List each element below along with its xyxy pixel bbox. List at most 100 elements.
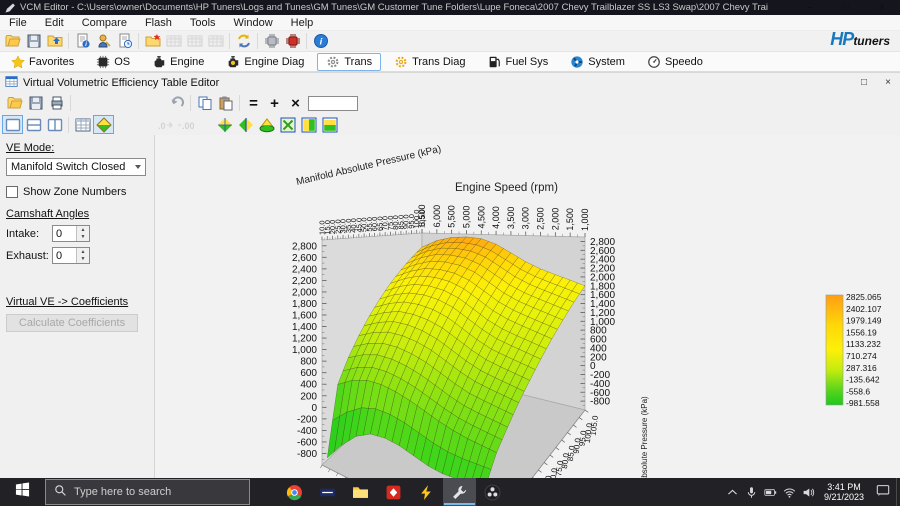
svg-text:i: i bbox=[319, 37, 322, 48]
wifi-button[interactable] bbox=[780, 478, 799, 506]
open-file-button[interactable] bbox=[2, 32, 23, 51]
surface-half-button[interactable] bbox=[235, 115, 256, 134]
svg-text:1556.19: 1556.19 bbox=[846, 327, 877, 337]
paste-multiply-button[interactable]: × bbox=[285, 94, 306, 113]
intake-up-icon[interactable]: ▲ bbox=[77, 226, 89, 234]
print-table-button[interactable] bbox=[46, 94, 67, 113]
surface-grid-toggle-button[interactable] bbox=[277, 115, 298, 134]
ve-mode-dropdown[interactable]: Manifold Switch Closed bbox=[6, 158, 146, 176]
view-3d-surface-button[interactable] bbox=[93, 115, 114, 134]
surface-flatten-button[interactable] bbox=[256, 115, 277, 134]
tab-favorites[interactable]: Favorites bbox=[2, 53, 83, 71]
d3-box-bar-icon bbox=[322, 117, 338, 133]
chip-gray-icon bbox=[264, 33, 280, 49]
menu-item-flash[interactable]: Flash bbox=[136, 17, 181, 29]
paste-button[interactable] bbox=[215, 94, 236, 113]
tab-os[interactable]: OS bbox=[87, 53, 139, 71]
save-table-button[interactable] bbox=[25, 94, 46, 113]
camshaft-angles-label: Camshaft Angles bbox=[6, 208, 148, 220]
wrench-icon bbox=[451, 484, 468, 501]
vehicle-reader-button[interactable] bbox=[93, 32, 114, 51]
vcm-editor-button[interactable] bbox=[443, 478, 476, 506]
menu-item-window[interactable]: Window bbox=[225, 17, 282, 29]
tab-speedo[interactable]: Speedo bbox=[638, 53, 712, 71]
write-vehicle-button[interactable] bbox=[282, 32, 303, 51]
doc-info-icon: i bbox=[75, 33, 91, 49]
view-horizontal-split-button[interactable] bbox=[23, 115, 44, 134]
tab-trans-diag[interactable]: Trans Diag bbox=[385, 53, 474, 71]
close-button[interactable]: × bbox=[876, 75, 900, 91]
paste-equal-button[interactable]: = bbox=[243, 94, 264, 113]
notification-center-button[interactable] bbox=[870, 478, 896, 506]
ve-surface-chart[interactable]: 2,8002,8002,6002,6002,4002,4002,2002,200… bbox=[155, 135, 900, 478]
paste-add-button[interactable]: + bbox=[264, 94, 285, 113]
tab-engine[interactable]: Engine bbox=[143, 53, 213, 71]
obs-button[interactable] bbox=[476, 478, 509, 506]
intake-down-icon[interactable]: ▼ bbox=[77, 234, 89, 242]
battery-button[interactable] bbox=[761, 478, 780, 506]
vcm-scanner-button[interactable] bbox=[377, 478, 410, 506]
menu-item-file[interactable]: File bbox=[0, 17, 36, 29]
svg-text:1,000: 1,000 bbox=[292, 345, 317, 356]
svg-text:-135.642: -135.642 bbox=[846, 375, 880, 385]
menu-item-compare[interactable]: Compare bbox=[73, 17, 136, 29]
open-table-button[interactable] bbox=[4, 94, 25, 113]
volume-button[interactable] bbox=[799, 478, 818, 506]
file-history-button[interactable] bbox=[114, 32, 135, 51]
svg-text:-200: -200 bbox=[297, 414, 317, 425]
exhaust-stepper[interactable]: 0 ▲▼ bbox=[52, 247, 90, 264]
tab-label: Favorites bbox=[29, 56, 74, 68]
speedo-icon bbox=[647, 55, 661, 69]
menu-item-tools[interactable]: Tools bbox=[181, 17, 225, 29]
editor-side-panel: VE Mode: Manifold Switch Closed Show Zon… bbox=[0, 135, 155, 478]
tab-engine-diag[interactable]: Engine Diag bbox=[217, 53, 313, 71]
close-file-button[interactable] bbox=[44, 32, 65, 51]
tab-label: Speedo bbox=[665, 56, 703, 68]
menu-item-help[interactable]: Help bbox=[282, 17, 323, 29]
file-info-button[interactable]: i bbox=[72, 32, 93, 51]
clock[interactable]: 3:41 PM 9/21/2023 bbox=[818, 482, 870, 502]
compare-file-button[interactable] bbox=[142, 32, 163, 51]
view-single-pane-button[interactable] bbox=[2, 115, 23, 134]
svg-text:287.316: 287.316 bbox=[846, 363, 877, 373]
tab-system[interactable]: System bbox=[561, 53, 634, 71]
save-file-button[interactable] bbox=[23, 32, 44, 51]
chrome-button[interactable] bbox=[278, 478, 311, 506]
surface-color-split-button[interactable] bbox=[298, 115, 319, 134]
minimize-button[interactable]: – bbox=[792, 0, 828, 15]
intake-stepper[interactable]: 0 ▲▼ bbox=[52, 225, 90, 242]
menu-item-edit[interactable]: Edit bbox=[36, 17, 73, 29]
tab-fuel-sys[interactable]: Fuel Sys bbox=[478, 53, 557, 71]
surface-rotate-button[interactable] bbox=[214, 115, 235, 134]
exhaust-up-icon[interactable]: ▲ bbox=[77, 248, 89, 256]
exhaust-down-icon[interactable]: ▼ bbox=[77, 256, 89, 264]
undo-button[interactable] bbox=[166, 94, 187, 113]
ve-mode-label: VE Mode: bbox=[6, 142, 148, 154]
paste-value-input[interactable] bbox=[308, 96, 358, 111]
maximize-button[interactable]: □ bbox=[828, 0, 864, 15]
start-button[interactable] bbox=[0, 478, 45, 506]
restore-button[interactable]: □ bbox=[852, 75, 876, 91]
compare-swap-button[interactable] bbox=[233, 32, 254, 51]
tray-expand-button[interactable] bbox=[723, 478, 742, 506]
file-explorer-button[interactable] bbox=[344, 478, 377, 506]
read-vehicle-button[interactable] bbox=[261, 32, 282, 51]
copy-icon bbox=[197, 95, 213, 111]
show-zone-numbers-checkbox[interactable] bbox=[6, 186, 18, 198]
vehicle-information-button[interactable]: i bbox=[310, 32, 331, 51]
view-table-button[interactable] bbox=[72, 115, 93, 134]
decrease-decimals-button: .0 bbox=[154, 115, 175, 134]
microphone-button[interactable] bbox=[742, 478, 761, 506]
close-button[interactable]: × bbox=[864, 0, 900, 15]
view-vertical-split-button[interactable] bbox=[44, 115, 65, 134]
app-blue-button[interactable] bbox=[311, 478, 344, 506]
maximize-icon: □ bbox=[843, 3, 848, 12]
show-desktop-button[interactable] bbox=[896, 478, 900, 506]
taskbar-search[interactable]: Type here to search bbox=[45, 479, 250, 505]
app-bolt-button[interactable] bbox=[410, 478, 443, 506]
surface-color-bands-button[interactable] bbox=[319, 115, 340, 134]
copy-button[interactable] bbox=[194, 94, 215, 113]
windows-icon bbox=[15, 482, 30, 497]
engine-icon bbox=[152, 55, 166, 69]
tab-trans[interactable]: Trans bbox=[317, 53, 381, 71]
